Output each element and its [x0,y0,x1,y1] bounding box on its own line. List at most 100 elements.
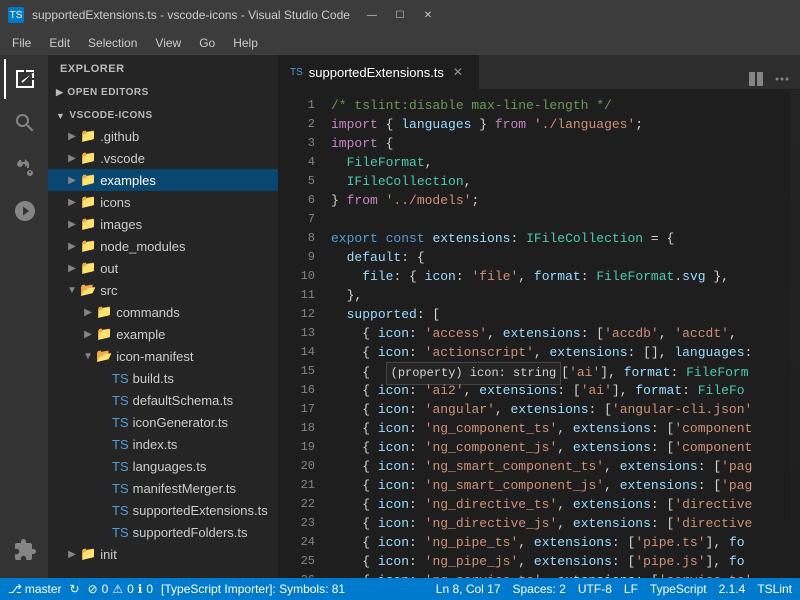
tree-item-vscode[interactable]: ▶ 📁 .vscode [48,147,278,169]
search-activity-btn[interactable] [4,103,44,143]
tree-item-images[interactable]: ▶ 📁 images [48,213,278,235]
code-line-10: file: { icon: 'file', format: FileFormat… [331,267,790,286]
code-line-20: { icon: 'ng_smart_component_ts', extensi… [331,457,790,476]
tree-label-build-ts: build.ts [133,371,278,386]
tree-item-index-ts[interactable]: TS index.ts [48,433,278,455]
maximize-button[interactable]: ☐ [386,0,414,30]
tree-item-examples[interactable]: ▶ 📁 examples [48,169,278,191]
ts-version-status[interactable]: 2.1.4 [719,582,746,596]
app-icon: TS [8,7,24,23]
tree-label-icon-generator-ts: iconGenerator.ts [133,415,278,430]
status-left: ⎇ master ↻ ⊘ 0 ⚠ 0 ℹ 0 [TypeScript Impor… [8,582,345,596]
open-editors-header[interactable]: ▶ OPEN EDITORS [48,79,278,102]
tree-item-out[interactable]: ▶ 📁 out [48,257,278,279]
main-layout: EXPLORER ▶ OPEN EDITORS ▼ VSCODE-ICONS ▶… [0,55,800,578]
git-branch-icon: ⎇ [8,582,22,596]
sync-icon: ↻ [70,582,80,596]
code-container[interactable]: 1 2 3 4 5 6 7 8 9 10 11 12 13 14 15 16 1… [278,90,800,578]
menu-view[interactable]: View [147,34,189,52]
cursor-position-status[interactable]: Ln 8, Col 17 [436,582,501,596]
tree-item-icon-generator-ts[interactable]: TS iconGenerator.ts [48,411,278,433]
extensions-activity-btn[interactable] [4,530,44,570]
menu-selection[interactable]: Selection [80,34,145,52]
tree-item-commands[interactable]: ▶ 📁 commands [48,301,278,323]
window-controls: — ☐ ✕ [358,0,442,30]
sync-status[interactable]: ↻ [70,582,80,596]
debug-activity-btn[interactable] [4,191,44,231]
errors-warnings-status[interactable]: ⊘ 0 ⚠ 0 ℹ 0 [88,582,153,596]
code-line-4: FileFormat, [331,153,790,172]
code-line-12: supported: [ [331,305,790,324]
tree-label-github: .github [100,129,278,144]
tab-close-button[interactable]: ✕ [450,65,466,79]
tree-item-supported-folders-ts[interactable]: TS supportedFolders.ts [48,521,278,543]
tree-item-src[interactable]: ▼ 📂 src [48,279,278,301]
language-status[interactable]: TypeScript [650,582,707,596]
tree-item-github[interactable]: ▶ 📁 .github [48,125,278,147]
close-button[interactable]: ✕ [414,0,442,30]
encoding-status[interactable]: UTF-8 [578,582,612,596]
tree-item-icon-manifest[interactable]: ▼ 📂 icon-manifest [48,345,278,367]
folder-arrow-github: ▶ [64,131,80,142]
source-control-activity-btn[interactable] [4,147,44,187]
more-tabs-button[interactable] [772,69,792,89]
code-line-19: { icon: 'ng_component_js', extensions: [… [331,438,790,457]
tree-item-icons[interactable]: ▶ 📁 icons [48,191,278,213]
code-line-3: import { [331,134,790,153]
vscode-icons-label: VSCODE-ICONS [69,110,152,121]
minimize-button[interactable]: — [358,0,386,30]
tslint-status[interactable]: TSLint [757,582,792,596]
menu-help[interactable]: Help [225,34,266,52]
code-line-23: { icon: 'ng_directive_js', extensions: [… [331,514,790,533]
tab-supported-extensions[interactable]: TS supportedExtensions.ts ✕ [278,55,479,89]
tree-item-node-modules[interactable]: ▶ 📁 node_modules [48,235,278,257]
tree-label-out: out [100,261,278,276]
line-numbers: 1 2 3 4 5 6 7 8 9 10 11 12 13 14 15 16 1… [278,90,323,578]
code-line-22: { icon: 'ng_directive_ts', extensions: [… [331,495,790,514]
code-line-15: { (property) icon: string['ai'], format:… [331,362,790,381]
tree-item-default-schema-ts[interactable]: TS defaultSchema.ts [48,389,278,411]
menu-go[interactable]: Go [191,34,223,52]
vscode-icons-header[interactable]: ▼ VSCODE-ICONS [48,102,278,125]
folder-arrow-out: ▶ [64,263,80,274]
explorer-header[interactable]: EXPLORER [48,55,278,79]
folder-arrow-example: ▶ [80,329,96,340]
code-editor[interactable]: /* tslint:disable max-line-length */ imp… [323,90,790,578]
tree-label-supported-extensions-ts: supportedExtensions.ts [133,503,278,518]
code-line-8: export const extensions: IFileCollection… [331,229,790,248]
code-line-9: default: { [331,248,790,267]
menu-file[interactable]: File [4,34,39,52]
tree-label-images: images [100,217,278,232]
tab-label: supportedExtensions.ts [309,65,444,80]
tree-item-build-ts[interactable]: TS build.ts [48,367,278,389]
folder-arrow-icon-manifest: ▼ [80,351,96,362]
split-editor-button[interactable] [746,69,766,89]
menu-edit[interactable]: Edit [41,34,78,52]
git-branch-label: master [25,582,62,596]
folder-arrow-icons: ▶ [64,197,80,208]
explorer-activity-btn[interactable] [4,59,44,99]
code-line-17: { icon: 'angular', extensions: ['angular… [331,400,790,419]
folder-arrow-init: ▶ [64,549,80,560]
tree-item-supported-extensions-ts[interactable]: TS supportedExtensions.ts [48,499,278,521]
info-count: 0 [146,582,153,596]
title-text: supportedExtensions.ts - vscode-icons - … [32,8,350,22]
git-branch-status[interactable]: ⎇ master [8,582,62,596]
menubar: File Edit Selection View Go Help [0,30,800,55]
minimap [790,90,800,578]
tree-item-example[interactable]: ▶ 📁 example [48,323,278,345]
code-line-7 [331,210,790,229]
indentation-status[interactable]: Spaces: 2 [513,582,566,596]
tree-item-manifest-merger-ts[interactable]: TS manifestMerger.ts [48,477,278,499]
code-line-2: import { languages } from './languages'; [331,115,790,134]
warning-icon: ⚠ [112,582,123,596]
warning-count: 0 [127,582,134,596]
tree-item-init[interactable]: ▶ 📁 init [48,543,278,565]
line-ending-status[interactable]: LF [624,582,638,596]
code-line-16: { icon: 'ai2', extensions: ['ai'], forma… [331,381,790,400]
folder-arrow-node-modules: ▶ [64,241,80,252]
importer-status[interactable]: [TypeScript Importer]: Symbols: 81 [161,582,345,596]
error-icon: ⊘ [88,582,98,596]
tree-item-languages-ts[interactable]: TS languages.ts [48,455,278,477]
code-line-13: { icon: 'access', extensions: ['accdb', … [331,324,790,343]
